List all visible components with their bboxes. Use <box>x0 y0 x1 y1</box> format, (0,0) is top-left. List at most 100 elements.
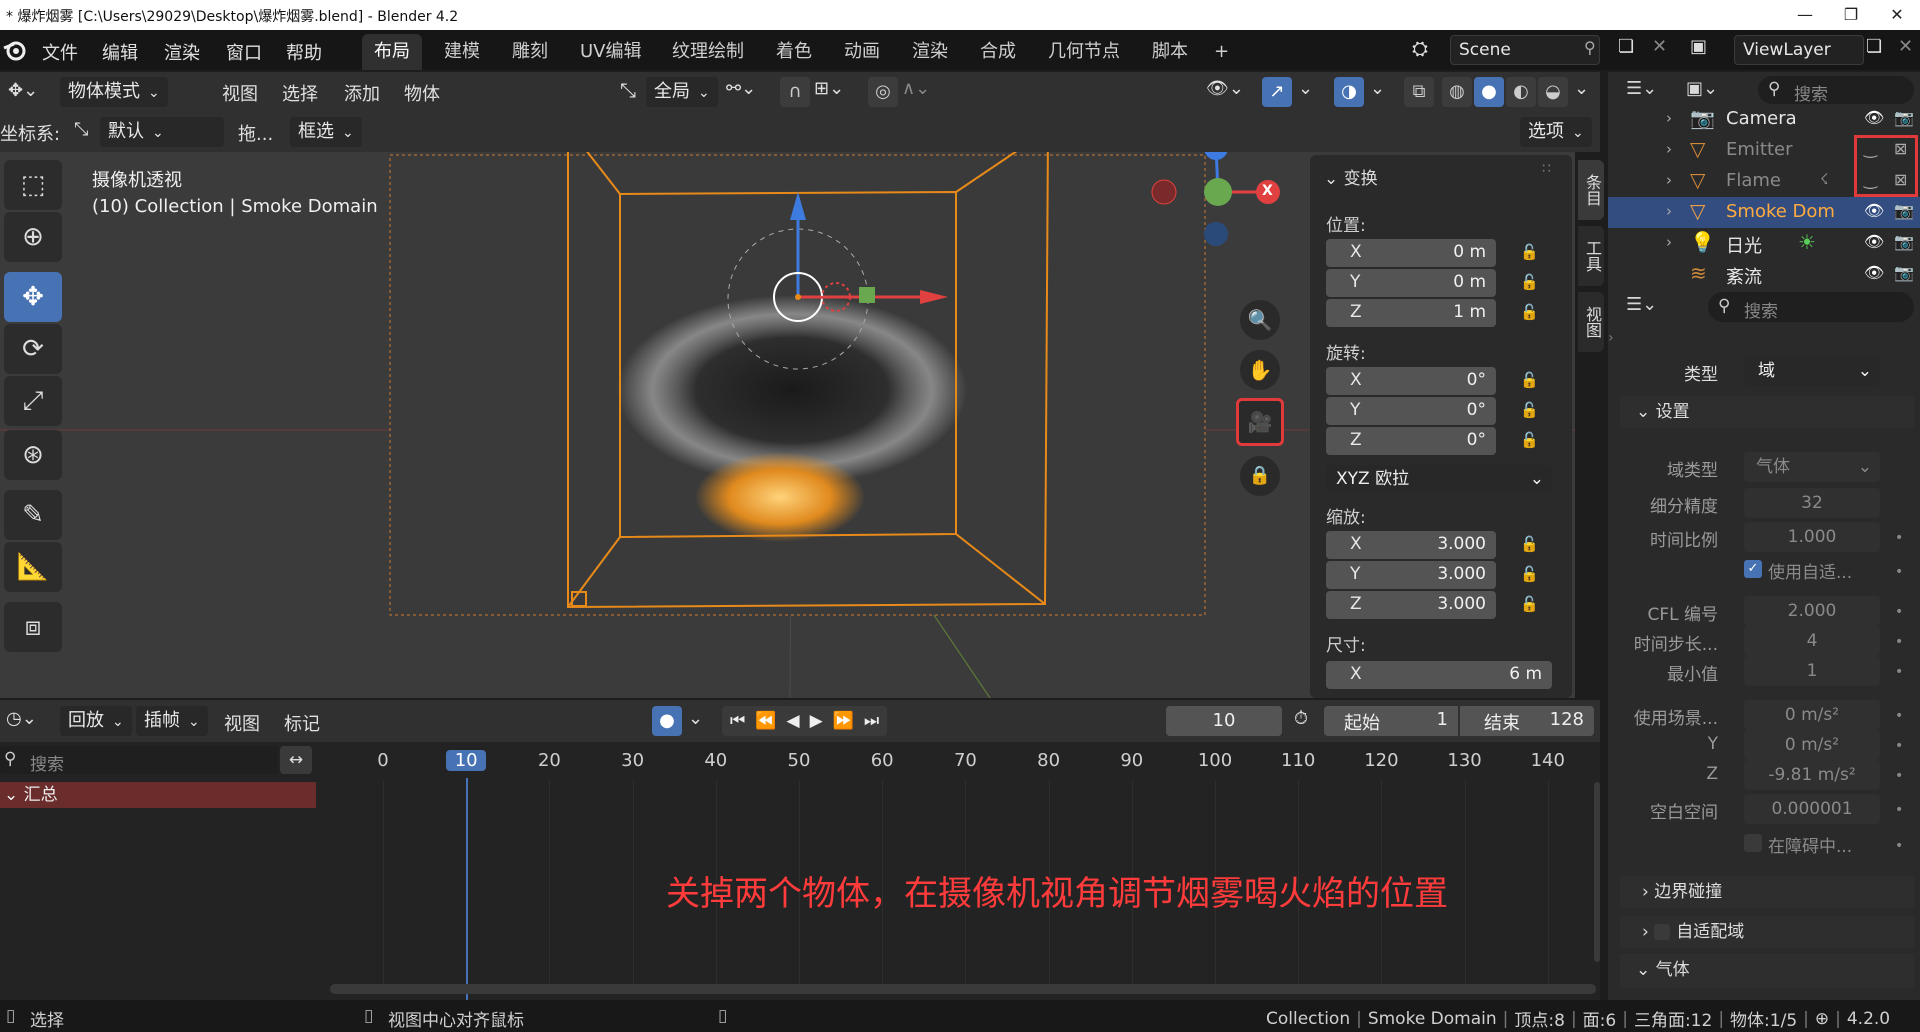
outliner-item[interactable]: › ▽ Flame ☇ ‿ ⊠ <box>1608 166 1920 197</box>
mode-selector[interactable]: 物体模式 <box>60 77 168 107</box>
render-icon[interactable]: 📷 <box>1894 232 1914 251</box>
scale-y-field[interactable]: Y 3.000 <box>1326 561 1496 589</box>
vertical-scrollbar[interactable] <box>1594 782 1600 962</box>
new-viewlayer-icon[interactable]: ❏ <box>1866 36 1882 57</box>
cursor-tool[interactable]: ⊕ <box>4 212 62 262</box>
visibility-icon[interactable]: 👁⌄ <box>1206 78 1244 99</box>
minimize-button[interactable]: — <box>1782 0 1828 30</box>
lock-icon[interactable]: 🔓 <box>1520 565 1542 583</box>
properties-search-input[interactable]: ⚲ 搜索 <box>1708 292 1914 322</box>
keying-menu[interactable]: 插帧 <box>136 706 208 736</box>
camera-view-toggle-icon[interactable]: 🎥 <box>1236 398 1284 446</box>
rotation-z-field[interactable]: Z 0° <box>1326 427 1496 455</box>
lock-icon[interactable]: 🔓 <box>1520 595 1542 613</box>
sidebar-tab-item[interactable]: 条目 <box>1578 160 1604 220</box>
keyframe-dot-icon[interactable]: • <box>1895 564 1903 580</box>
shading-dropdown-icon[interactable]: ⌄ <box>1574 78 1589 99</box>
play-reverse-icon[interactable]: ◀ <box>786 711 799 731</box>
section-header[interactable]: ⌄ 变换 <box>1324 164 1378 189</box>
end-frame-field[interactable]: 结束 128 <box>1460 706 1594 736</box>
rotate-tool[interactable]: ⟳ <box>4 324 62 374</box>
expand-icon[interactable]: › <box>1666 140 1672 158</box>
keyframe-dot-icon[interactable]: • <box>1895 738 1903 754</box>
marker-menu[interactable]: 标记 <box>284 710 320 736</box>
xray-icon[interactable]: ⧉ <box>1404 77 1434 107</box>
rotation-mode-selector[interactable]: XYZ 欧拉 ⌄ <box>1326 465 1552 493</box>
sidebar-tab-tool[interactable]: 工具 <box>1578 226 1604 286</box>
render-icon[interactable]: 📷 <box>1894 201 1914 220</box>
outliner-item[interactable]: › ▽ Emitter ‿ ⊠ <box>1608 135 1920 197</box>
eye-closed-icon[interactable]: ‿ <box>1864 170 1877 189</box>
menu-file[interactable]: 文件 <box>42 39 78 65</box>
gizmo-dropdown-icon[interactable]: ⌄ <box>1298 78 1313 99</box>
outliner-search-input[interactable]: ⚲ 搜索 <box>1758 76 1914 105</box>
blender-logo-icon[interactable] <box>2 38 28 62</box>
tab-uv-editing[interactable]: UV编辑 <box>568 34 654 70</box>
lock-icon[interactable]: 🔓 <box>1520 273 1542 291</box>
empty-space-field[interactable]: 0.000001 <box>1744 794 1880 824</box>
expand-icon[interactable]: › <box>1666 233 1672 251</box>
tab-layout[interactable]: 布局 <box>362 34 422 70</box>
menu-view[interactable]: 视图 <box>222 80 258 106</box>
timesteps-min-field[interactable]: 1 <box>1744 656 1880 686</box>
time-scale-field[interactable]: 1.000 <box>1744 522 1880 552</box>
horizontal-scrollbar[interactable] <box>330 984 1596 994</box>
current-frame-field[interactable]: 10 <box>1166 706 1282 736</box>
tabs-expand-icon[interactable]: › <box>1608 330 1620 346</box>
lock-icon[interactable]: 🔓 <box>1520 401 1542 419</box>
gas-panel-header[interactable]: ⌄ 气体 <box>1620 954 1914 988</box>
settings-panel-header[interactable]: ⌄ 设置 <box>1620 396 1914 428</box>
timesteps-max-field[interactable]: 4 <box>1744 626 1880 656</box>
coord-selector[interactable]: 默认 <box>100 117 224 147</box>
eye-icon[interactable]: 👁 <box>1864 232 1884 251</box>
add-cube-tool[interactable]: ⧈ <box>4 602 62 652</box>
location-z-field[interactable]: Z 1 m <box>1326 299 1496 327</box>
scene-icon[interactable]: ⛭ <box>1412 36 1428 60</box>
tab-rendering[interactable]: 渲染 <box>900 34 960 70</box>
drag-handle-icon[interactable]: ∷ <box>1542 161 1551 177</box>
pan-hand-icon[interactable]: ✋ <box>1240 350 1280 390</box>
tab-texture-paint[interactable]: 纹理绘制 <box>660 34 756 70</box>
new-scene-icon[interactable]: ❏ <box>1618 36 1634 57</box>
orientation-selector[interactable]: 全局 <box>646 77 718 107</box>
delete-scene-icon[interactable]: ✕ <box>1652 36 1667 57</box>
jump-start-icon[interactable]: ⏮ <box>730 711 745 731</box>
eye-closed-icon[interactable]: ‿ <box>1864 139 1877 158</box>
tab-shading[interactable]: 着色 <box>764 34 824 70</box>
border-collisions-panel-header[interactable]: › 边界碰撞 <box>1620 876 1914 908</box>
keyframe-dot-icon[interactable]: • <box>1895 838 1903 854</box>
location-x-field[interactable]: X 0 m <box>1326 239 1496 267</box>
scale-tool[interactable]: ⤢ <box>4 376 62 426</box>
solid-shading-icon[interactable]: ● <box>1474 77 1504 107</box>
measure-tool[interactable]: 📐 <box>4 542 62 592</box>
menu-window[interactable]: 窗口 <box>226 39 262 65</box>
outliner-item-selected[interactable]: › ▽ Smoke Dom 👁 📷 <box>1608 197 1920 228</box>
menu-edit[interactable]: 编辑 <box>102 39 138 65</box>
tab-compositing[interactable]: 合成 <box>968 34 1028 70</box>
domain-type-selector[interactable]: 气体 ⌄ <box>1744 452 1880 482</box>
timeline-editor-icon[interactable]: ◷⌄ <box>6 708 37 729</box>
jump-keyframe-back-icon[interactable]: ⏪ <box>755 711 776 731</box>
menu-select[interactable]: 选择 <box>282 80 318 106</box>
render-disabled-icon[interactable]: ⊠ <box>1894 139 1907 158</box>
drag-label[interactable]: 拖... <box>238 120 273 146</box>
record-dropdown-icon[interactable]: ⌄ <box>688 708 703 729</box>
select-mode-selector[interactable]: 框选 <box>290 117 362 147</box>
expand-icon[interactable]: › <box>1666 171 1672 189</box>
tab-animation[interactable]: 动画 <box>832 34 892 70</box>
record-keyframe-icon[interactable]: ● <box>652 706 682 736</box>
options-dropdown[interactable]: 选项 <box>1520 117 1592 147</box>
lock-icon[interactable]: 🔓 <box>1520 243 1542 261</box>
play-icon[interactable]: ▶ <box>810 711 823 731</box>
keyframe-dot-icon[interactable]: • <box>1895 604 1903 620</box>
gravity-x-field[interactable]: 0 m/s² <box>1744 700 1880 730</box>
menu-add[interactable]: 添加 <box>344 80 380 106</box>
checkbox-checked-icon[interactable]: ✓ <box>1744 560 1762 578</box>
playhead-line[interactable] <box>466 778 468 1000</box>
annotate-tool[interactable]: ✎ <box>4 490 62 540</box>
playback-menu[interactable]: 回放 <box>60 706 132 736</box>
location-y-field[interactable]: Y 0 m <box>1326 269 1496 297</box>
viewlayer-selector[interactable]: ViewLayer <box>1734 35 1864 65</box>
menu-object[interactable]: 物体 <box>404 80 440 106</box>
tab-geometry-nodes[interactable]: 几何节点 <box>1036 34 1132 70</box>
